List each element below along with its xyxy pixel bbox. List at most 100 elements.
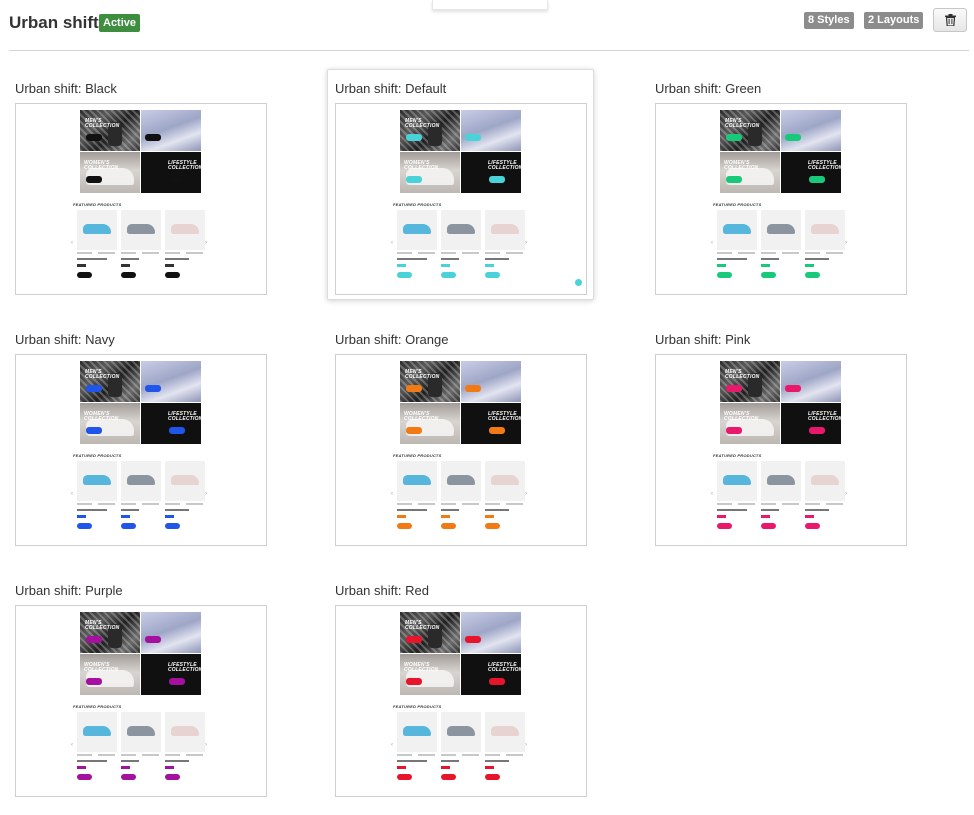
style-name: Urban shift: Green <box>655 81 762 96</box>
hero-sneaker <box>461 612 521 653</box>
featured-products-heading: FEATURED PRODUCTS <box>393 704 442 709</box>
storefront-preview: MEN'S COLLECTION WOMEN'S COLLECTION LIFE… <box>711 110 847 278</box>
hero-lifestyle: LIFESTYLE COLLECTION <box>141 403 201 444</box>
style-card-purple[interactable]: Urban shift: Purple MEN'S COLLECTION WOM… <box>15 582 267 797</box>
style-card-pink[interactable]: Urban shift: Pink MEN'S COLLECTION WOMEN… <box>655 331 907 546</box>
style-name: Urban shift: Black <box>15 81 117 96</box>
hero-lifestyle: LIFESTYLE COLLECTION <box>461 403 521 444</box>
hero-sneaker <box>141 612 201 653</box>
style-card-navy[interactable]: Urban shift: Navy MEN'S COLLECTION WOMEN… <box>15 331 267 546</box>
hero-womens: WOMEN'S COLLECTION <box>400 403 460 444</box>
style-preview[interactable]: MEN'S COLLECTION WOMEN'S COLLECTION LIFE… <box>15 354 267 546</box>
chevron-right-icon: › <box>205 742 207 748</box>
hero-sneaker <box>141 110 201 151</box>
product-tile <box>121 461 161 501</box>
product-tile <box>121 210 161 250</box>
delete-theme-button[interactable] <box>933 8 967 32</box>
chevron-left-icon: ‹ <box>391 742 393 748</box>
product-tile <box>761 210 801 250</box>
style-preview[interactable]: MEN'S COLLECTION WOMEN'S COLLECTION LIFE… <box>15 605 267 797</box>
hero-womens: WOMEN'S COLLECTION <box>80 654 140 695</box>
hero-lifestyle: LIFESTYLE COLLECTION <box>781 403 841 444</box>
product-tile <box>397 712 437 752</box>
style-name: Urban shift: Orange <box>335 332 449 347</box>
hero-mens: MEN'S COLLECTION <box>400 110 460 151</box>
storefront-preview: MEN'S COLLECTION WOMEN'S COLLECTION LIFE… <box>71 110 207 278</box>
trash-icon <box>945 14 956 26</box>
hero-mens: MEN'S COLLECTION <box>80 612 140 653</box>
product-tile <box>397 461 437 501</box>
hero-lifestyle: LIFESTYLE COLLECTION <box>461 152 521 193</box>
product-tile <box>805 461 845 501</box>
product-tile <box>165 712 205 752</box>
storefront-preview: MEN'S COLLECTION WOMEN'S COLLECTION LIFE… <box>391 612 527 780</box>
style-preview[interactable]: MEN'S COLLECTION WOMEN'S COLLECTION LIFE… <box>335 354 587 546</box>
hero-womens: WOMEN'S COLLECTION <box>400 654 460 695</box>
style-card-red[interactable]: Urban shift: Red MEN'S COLLECTION WOMEN'… <box>335 582 587 797</box>
layouts-count-badge: 2 Layouts <box>864 12 924 29</box>
style-name: Urban shift: Pink <box>655 332 751 347</box>
product-tile <box>485 210 525 250</box>
chevron-right-icon: › <box>845 240 847 246</box>
chevron-left-icon: ‹ <box>711 491 713 497</box>
product-tile <box>397 210 437 250</box>
hero-mens: MEN'S COLLECTION <box>80 361 140 402</box>
chevron-right-icon: › <box>525 742 527 748</box>
hero-womens: WOMEN'S COLLECTION <box>720 403 780 444</box>
style-card-orange[interactable]: Urban shift: Orange MEN'S COLLECTION WOM… <box>335 331 587 546</box>
chevron-left-icon: ‹ <box>71 491 73 497</box>
storefront-preview: MEN'S COLLECTION WOMEN'S COLLECTION LIFE… <box>71 361 207 529</box>
hero-mens: MEN'S COLLECTION <box>80 110 140 151</box>
hero-sneaker <box>781 110 841 151</box>
style-card-green[interactable]: Urban shift: Green MEN'S COLLECTION WOME… <box>655 80 907 295</box>
style-card-black[interactable]: Urban shift: Black MEN'S COLLECTION WOME… <box>15 80 267 295</box>
hero-lifestyle: LIFESTYLE COLLECTION <box>141 152 201 193</box>
style-name: Urban shift: Default <box>335 81 447 96</box>
hero-womens: WOMEN'S COLLECTION <box>80 152 140 193</box>
featured-products-heading: FEATURED PRODUCTS <box>393 202 442 207</box>
product-tile <box>805 210 845 250</box>
product-tile <box>441 461 481 501</box>
header-divider <box>9 50 969 51</box>
storefront-preview: MEN'S COLLECTION WOMEN'S COLLECTION LIFE… <box>71 612 207 780</box>
active-badge: Active <box>99 14 141 32</box>
hero-womens: WOMEN'S COLLECTION <box>80 403 140 444</box>
hero-mens: MEN'S COLLECTION <box>720 361 780 402</box>
hero-lifestyle: LIFESTYLE COLLECTION <box>781 152 841 193</box>
styles-count-badge: 8 Styles <box>804 12 854 29</box>
style-preview[interactable]: MEN'S COLLECTION WOMEN'S COLLECTION LIFE… <box>655 103 907 295</box>
storefront-preview: MEN'S COLLECTION WOMEN'S COLLECTION LIFE… <box>711 361 847 529</box>
storefront-preview: MEN'S COLLECTION WOMEN'S COLLECTION LIFE… <box>391 361 527 529</box>
product-tile <box>485 461 525 501</box>
scroll-indicator <box>575 279 582 286</box>
product-tile <box>121 712 161 752</box>
hero-mens: MEN'S COLLECTION <box>720 110 780 151</box>
product-tile <box>77 461 117 501</box>
product-tile <box>761 461 801 501</box>
style-preview[interactable]: MEN'S COLLECTION WOMEN'S COLLECTION LIFE… <box>335 103 587 295</box>
chevron-left-icon: ‹ <box>71 742 73 748</box>
featured-products-heading: FEATURED PRODUCTS <box>73 704 122 709</box>
product-tile <box>485 712 525 752</box>
chevron-right-icon: › <box>205 240 207 246</box>
hero-sneaker <box>461 110 521 151</box>
hero-lifestyle: LIFESTYLE COLLECTION <box>141 654 201 695</box>
hero-womens: WOMEN'S COLLECTION <box>400 152 460 193</box>
hero-mens: MEN'S COLLECTION <box>400 612 460 653</box>
product-tile <box>717 461 757 501</box>
hero-sneaker <box>461 361 521 402</box>
chevron-left-icon: ‹ <box>391 491 393 497</box>
featured-products-heading: FEATURED PRODUCTS <box>713 202 762 207</box>
theme-title: Urban shift <box>9 13 99 32</box>
style-preview[interactable]: MEN'S COLLECTION WOMEN'S COLLECTION LIFE… <box>335 605 587 797</box>
chevron-left-icon: ‹ <box>71 240 73 246</box>
style-card-default[interactable]: Urban shift: Default MEN'S COLLECTION WO… <box>327 69 594 300</box>
style-preview[interactable]: MEN'S COLLECTION WOMEN'S COLLECTION LIFE… <box>655 354 907 546</box>
product-tile <box>441 712 481 752</box>
chevron-right-icon: › <box>525 491 527 497</box>
style-preview[interactable]: MEN'S COLLECTION WOMEN'S COLLECTION LIFE… <box>15 103 267 295</box>
hero-lifestyle: LIFESTYLE COLLECTION <box>461 654 521 695</box>
product-tile <box>441 210 481 250</box>
chevron-right-icon: › <box>845 491 847 497</box>
style-name: Urban shift: Red <box>335 583 429 598</box>
